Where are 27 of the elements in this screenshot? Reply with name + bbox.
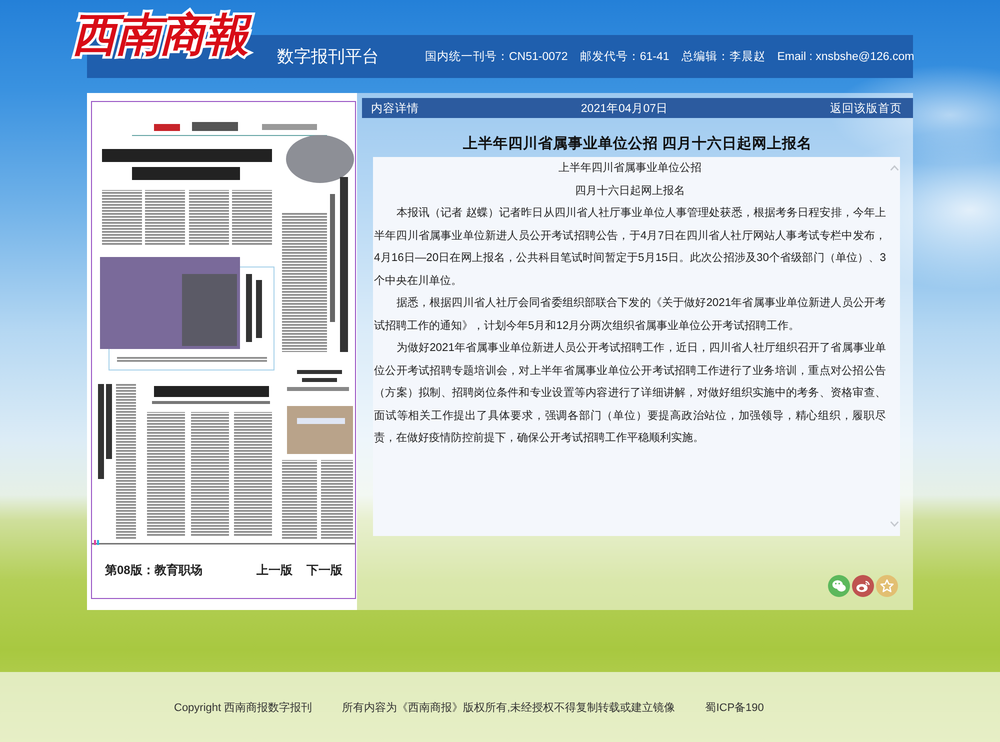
publication-info: 总编辑：李晨赵	[681, 50, 766, 64]
issue-date: 2021年04月07日	[580, 102, 668, 116]
chat-bubbles-icon	[832, 579, 846, 593]
article-subtitle: 上半年四川省属事业单位公招	[558, 161, 702, 176]
publication-info: Email : xnsbshe@126.com	[777, 50, 914, 62]
publication-info: 国内统一刊号：CN51-0072	[425, 50, 568, 64]
back-link[interactable]: 返回该版首页	[830, 100, 902, 116]
platform-title: 数字报刊平台	[277, 46, 379, 68]
publication-info: 邮发代号：61-41	[580, 50, 670, 64]
article-paragraph: 为做好2021年省属事业单位新进人员公开考试招聘工作，近日，四川省人社厅组织召开了省属事业单位公开考试招聘专题培训会，对上半年省属事业单位公开考试招聘工作进行了业务培训，重点对公招公告（方案）拟制、招聘岗位条件和专业设置等内容进行了详细讲解，对做好组织实施中的考务、资格审查、面试等相关工作提出了具体要求，强调各部门（单位）要提高政治站位，加强领导，精心组织，履职尽责，在做好疫情防控前提下，确保公开考试招聘工作平稳顺利实施。	[374, 340, 886, 446]
share-button[interactable]	[852, 575, 874, 597]
footer-text: 蜀ICP备190	[705, 700, 764, 714]
share-button[interactable]	[828, 575, 850, 597]
article-paragraph: 据悉，根据四川省人社厅会同省委组织部联合下发的《关于做好2021年省属事业单位新进人员公开考试招聘工作的通知》，计划今年5月和12月分两次组织省属事业单位公开考试招聘工作。	[374, 296, 886, 334]
footer-text: 所有内容为《西南商报》版权所有,未经授权不得复制转载或建立镜像	[342, 700, 676, 714]
footer-text: Copyright 西南商报数字报刊	[174, 700, 312, 714]
page-nav-link[interactable]: 下一版	[306, 562, 342, 578]
eye-swirl-icon	[856, 579, 870, 593]
chevron-down-icon[interactable]	[890, 521, 898, 527]
chevron-up-icon[interactable]	[890, 165, 898, 171]
article-title: 上半年四川省属事业单位公招 四月十六日起网上报名	[462, 134, 814, 154]
edition-label: 第08版：教育职场	[105, 562, 202, 578]
article-subtitle: 四月十六日起网上报名	[574, 184, 686, 198]
page-nav-link[interactable]: 上一版	[256, 562, 292, 578]
star-icon	[880, 579, 894, 593]
article-paragraph: 本报讯（记者 赵蝶）记者昨日从四川省人社厅事业单位人事管理处获悉，根据考务日程安排，今年上半年四川省属事业单位新进人员公开考试招聘公告，于4月7日在四川省人社厅网站人事考试专栏中发布，4月16日—20日在网上报名，公共科目笔试时间暂定于5月15日。此次公招涉及30个省级部门（单位）、3个中央在川单位。	[374, 206, 886, 288]
section-label: 内容详情	[371, 101, 419, 116]
